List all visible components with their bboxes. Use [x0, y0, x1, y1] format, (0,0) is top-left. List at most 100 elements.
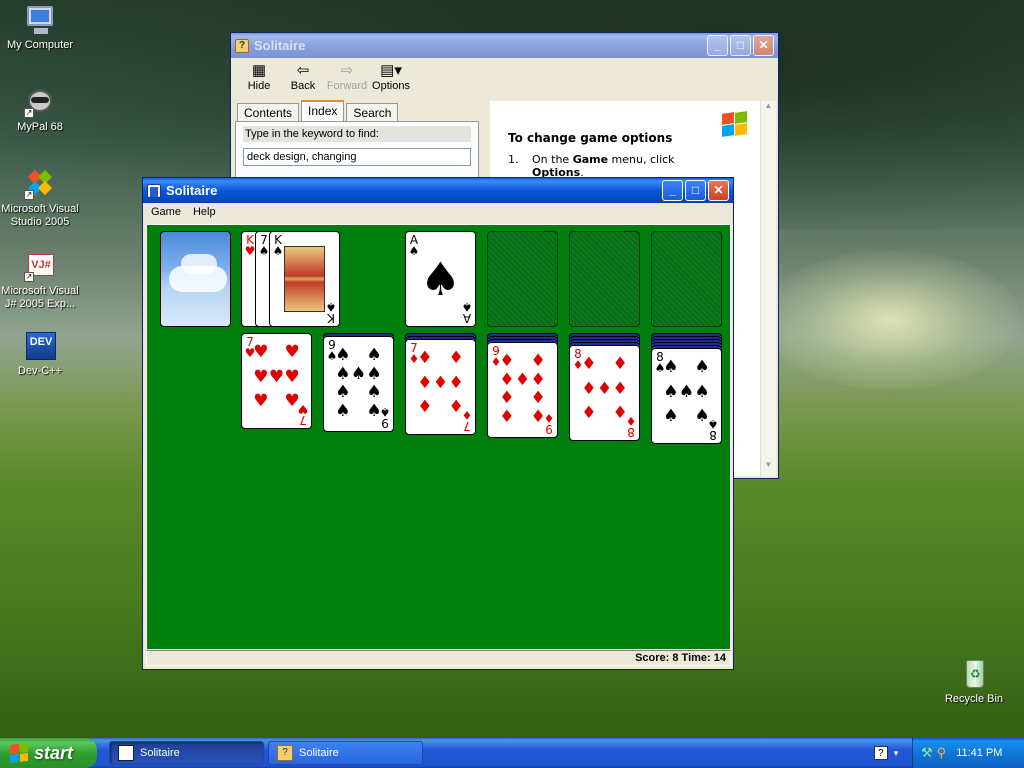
tab-index[interactable]: Index [301, 100, 345, 121]
card-pips: ♦ ♦ ♦ ♦ ♦ ♦ ♦ [417, 350, 464, 424]
card-pip [433, 350, 449, 375]
card-suit: ♠ [272, 244, 284, 258]
keyword-input[interactable]: deck design, changing [243, 148, 471, 166]
language-bar[interactable]: ? ▾ [866, 742, 906, 764]
card-pip: ♦ [581, 378, 597, 399]
tab-search[interactable]: Search [346, 103, 399, 121]
card-pip [433, 399, 449, 424]
solitaire-window-titlebar[interactable]: Solitaire _ □ ✕ [143, 178, 733, 203]
card-pip: ♦ [530, 388, 546, 408]
taskbar: start Solitaire ? Solitaire ? ▾ ⚒ ⚲ 11:4… [0, 738, 1024, 768]
help-toolbar: ▦ Hide ⇦ Back ⇨ Forward ▤▾ Options [231, 58, 778, 98]
card-pip [515, 409, 531, 428]
minimize-button[interactable]: _ [662, 180, 683, 201]
network-icon[interactable]: ⚒ [921, 745, 933, 761]
card-pips: ♦ ♦ ♦ ♦ ♦ ♦ ♦ [581, 356, 628, 430]
card-pip: ♠ [663, 406, 679, 427]
maximize-button[interactable]: □ [730, 35, 751, 56]
card-pip: ♦ [612, 403, 628, 424]
system-tray: ⚒ ⚲ 11:41 PM [912, 738, 1024, 768]
card-pip [269, 393, 285, 418]
card-pip: ♠ [678, 381, 695, 402]
card-pip [597, 405, 613, 430]
help-icon: ? [235, 38, 249, 53]
card-pip: ♠ [335, 400, 351, 421]
card-pip: ♠ [366, 382, 382, 402]
tableau-card[interactable]: 8 ♠ 8 ♠ ♠ ♠ ♠ ♠ ♠ ♠ ♠ [651, 348, 722, 444]
langbar-options-icon: ▾ [893, 747, 899, 758]
card-pip: ♦ [581, 354, 597, 374]
taskbar-item-solitaire-help[interactable]: ? Solitaire [268, 741, 423, 765]
foundation-card[interactable]: A ♠ A ♠ ♠ [405, 231, 476, 327]
game-table[interactable]: K♥K♥7♠7♠♠♠♠♠♠♠♠K♠K♠A♠A♠♠7♥7♥♥♥♥♥♥♥♥9♠9♠♠… [146, 224, 731, 649]
foundation-slot-empty[interactable] [487, 231, 558, 327]
menubar: Game Help [143, 203, 733, 221]
card-pips: ♦ ♦ ♦ ♦ ♦ ♦ ♦ ♦ ♦ [499, 353, 546, 427]
card-pip [679, 408, 695, 433]
menu-game[interactable]: Game [145, 206, 187, 218]
card-pip: ♠ [694, 406, 710, 427]
tableau-card[interactable]: 9 ♠ 9 ♠ ♠ ♠ ♠ ♠ ♠ ♠ ♠ ♠ ♠ [323, 336, 394, 432]
card-pip: ♠ [335, 382, 351, 402]
card-pip: ♦ [530, 351, 546, 371]
windows-flag-icon [10, 743, 28, 763]
help-scrollbar[interactable]: ▲ ▼ [760, 101, 776, 476]
waste-card[interactable]: K ♠ K ♠ [269, 231, 340, 327]
menu-help[interactable]: Help [187, 206, 222, 218]
stock-pile[interactable] [160, 231, 231, 327]
tableau-card[interactable]: 7 ♦ 7 ♦ ♦ ♦ ♦ ♦ ♦ ♦ ♦ [405, 339, 476, 435]
card-pip [269, 344, 285, 369]
card-pip [515, 353, 531, 372]
taskbar-item-solitaire[interactable]: Solitaire [109, 741, 264, 765]
help-window-titlebar[interactable]: ? Solitaire _ □ ✕ [231, 33, 778, 58]
start-button[interactable]: start [0, 738, 97, 768]
search-icon[interactable]: ⚲ [937, 745, 947, 761]
tableau-card[interactable]: 9 ♦ 9 ♦ ♦ ♦ ♦ ♦ ♦ ♦ ♦ ♦ ♦ [487, 342, 558, 438]
card-suit: ♥ [244, 244, 256, 258]
card-pip: ♦ [448, 397, 464, 418]
desktop-icon-recycle-bin[interactable]: ♻ Recycle Bin [934, 658, 1014, 706]
card-pip [351, 384, 367, 403]
desktop-icon-mypal[interactable]: ↗ MyPal 68 [0, 86, 80, 134]
card-pip: ♠ [663, 357, 679, 377]
tableau-card[interactable]: 7 ♥ 7 ♥ ♥ ♥ ♥ ♥ ♥ ♥ ♥ [241, 333, 312, 429]
desktop-icon-devcpp[interactable]: DEV Dev-C++ [0, 330, 80, 378]
forward-button[interactable]: ⇨ Forward [325, 62, 369, 94]
desktop-icon-visual-jsharp[interactable]: VJ# ↗ Microsoft Visual J# 2005 Exp... [0, 250, 80, 311]
back-button[interactable]: ⇦ Back [281, 62, 325, 94]
card-pip: ♦ [448, 372, 464, 393]
card-index-bottom: K ♠ [325, 300, 337, 325]
tab-contents[interactable]: Contents [237, 103, 300, 121]
card-pip [351, 403, 367, 422]
windows-logo-icon [720, 111, 750, 139]
options-button[interactable]: ▤▾ Options [369, 62, 413, 94]
solitaire-window[interactable]: Solitaire _ □ ✕ Game Help K♥K♥7♠7♠♠♠♠♠♠♠… [142, 177, 734, 670]
my-computer-icon [24, 4, 56, 36]
help-question-icon: ? [873, 746, 888, 760]
devcpp-icon: DEV [24, 330, 56, 362]
tableau-card[interactable]: 8 ♦ 8 ♦ ♦ ♦ ♦ ♦ ♦ ♦ ♦ [569, 345, 640, 441]
card-pip: ♦ [514, 369, 531, 390]
clock[interactable]: 11:41 PM [956, 747, 1002, 759]
foundation-slot-empty[interactable] [569, 231, 640, 327]
desktop-icon-my-computer[interactable]: My Computer [0, 4, 80, 52]
card-pips: ♠ ♠ ♠ ♠ ♠ ♠ ♠ ♠ ♠ [335, 347, 382, 421]
card-pip: ♦ [499, 388, 515, 408]
desktop-icon-visual-studio[interactable]: ↗ Microsoft Visual Studio 2005 [0, 168, 80, 229]
options-icon: ▤▾ [380, 62, 402, 79]
status-bar: Score: 8 Time: 14 [146, 650, 731, 666]
cloud [181, 254, 217, 274]
foundation-slot-empty[interactable] [651, 231, 722, 327]
hide-button[interactable]: ▦ Hide [237, 62, 281, 94]
mypal-icon: ↗ [24, 86, 56, 118]
maximize-button[interactable]: □ [685, 180, 706, 201]
card-pip: ♥ [284, 342, 300, 362]
close-button[interactable]: ✕ [708, 180, 729, 201]
card-pip: ♠ [350, 363, 367, 384]
solitaire-icon [118, 745, 134, 761]
close-button[interactable]: ✕ [753, 35, 774, 56]
help-tabs: Contents Index Search [235, 100, 479, 121]
hide-icon: ▦ [251, 62, 267, 79]
card-pip: ♥ [284, 391, 300, 412]
minimize-button[interactable]: _ [707, 35, 728, 56]
